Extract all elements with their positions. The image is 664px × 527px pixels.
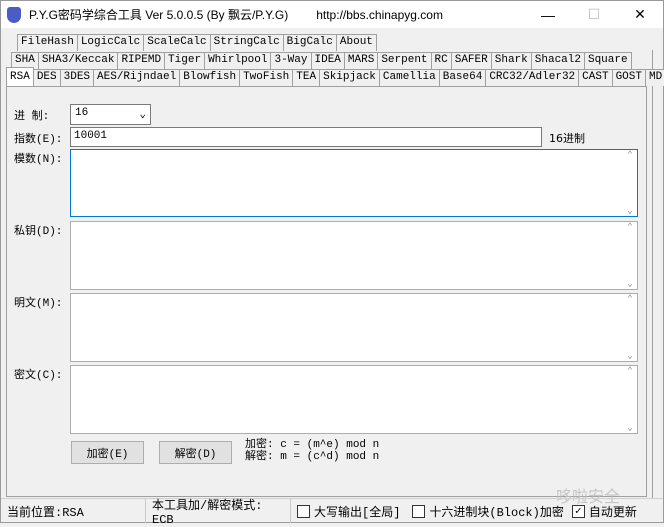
hexblock-label: 十六进制块(Block)加密 (429, 505, 564, 520)
tab-des[interactable]: DES (32, 69, 61, 86)
chevron-down-icon: ⌄ (139, 109, 146, 121)
tab-square[interactable]: Square (583, 52, 632, 69)
plaintext-textarea[interactable]: ⌃ ⌄ (70, 293, 638, 362)
tab-about[interactable]: About (335, 34, 377, 51)
status-location: 当前位置:RSA (1, 499, 146, 523)
ciphertext-textarea[interactable]: ⌃ ⌄ (70, 365, 638, 434)
uppercase-label: 大写输出[全局] (314, 505, 401, 520)
tab-aes-rijndael[interactable]: AES/Rijndael (93, 69, 181, 86)
autoupdate-label: 自动更新 (588, 505, 637, 520)
scrollbar[interactable]: ⌃ ⌄ (623, 222, 637, 289)
scrollbar[interactable]: ⌃ ⌄ (623, 150, 637, 216)
hex-note: 16进制 (549, 132, 585, 145)
tab-blowfish[interactable]: Blowfish (179, 69, 241, 86)
exponent-label: 指数(E): (14, 134, 63, 146)
tab-mars[interactable]: MARS (343, 52, 379, 69)
plaintext-label: 明文(M): (14, 298, 63, 310)
autoupdate-checkbox[interactable]: ✓ 自动更新 (570, 499, 643, 523)
formula-decrypt: 解密: m = (c^d) mod n (245, 451, 380, 463)
private-key-textarea[interactable]: ⌃ ⌄ (70, 221, 638, 290)
tab-shacal2[interactable]: Shacal2 (530, 52, 585, 69)
tab-bigcalc[interactable]: BigCalc (282, 34, 337, 51)
tab-crc32-adler32[interactable]: CRC32/Adler32 (485, 69, 580, 86)
tab-logiccalc[interactable]: LogicCalc (76, 34, 145, 51)
tab-rc[interactable]: RC (430, 52, 452, 69)
window-url: http://bbs.chinapyg.com (316, 7, 443, 22)
tab-row-hash: SHA SHA3/Keccak RIPEMD Tiger Whirlpool 3-Way I… (11, 52, 632, 69)
tab-ripemd[interactable]: RIPEMD (117, 52, 166, 69)
tab-shark[interactable]: Shark (490, 52, 532, 69)
minimize-button[interactable]: — (525, 1, 571, 28)
tab-gost[interactable]: GOST (611, 69, 646, 86)
rsa-formula: 加密: c = (m^e) mod n 解密: m = (c^d) mod n (245, 439, 379, 463)
tab-idea[interactable]: IDEA (310, 52, 345, 69)
tab-tiger[interactable]: Tiger (164, 52, 206, 69)
title-bar: P.Y.G密码学综合工具 Ver 5.0.0.5 (By 飘云/P.Y.G) h… (1, 1, 663, 28)
tab-scalecalc[interactable]: ScaleCalc (143, 34, 211, 51)
app-window: P.Y.G密码学综合工具 Ver 5.0.0.5 (By 飘云/P.Y.G) h… (0, 0, 664, 527)
tab-row-tools: FileHash LogicCalc ScaleCalc StringCalc BigC… (17, 34, 377, 51)
status-bar: 当前位置:RSA 本工具加/解密模式: ECB 大写输出[全局] 十六进制块(B… (1, 498, 663, 527)
radix-select[interactable]: 16 ⌄ (70, 104, 151, 125)
app-shield-icon (7, 6, 21, 23)
tab-serpent[interactable]: Serpent (377, 52, 432, 69)
tab-whirlpool[interactable]: Whirlpool (204, 52, 272, 69)
rsa-panel (6, 86, 647, 497)
window-title: P.Y.G密码学综合工具 Ver 5.0.0.5 (By 飘云/P.Y.G) (29, 8, 289, 22)
hexblock-checkbox[interactable]: 十六进制块(Block)加密 (406, 499, 569, 523)
tab-sha3-keccak[interactable]: SHA3/Keccak (37, 52, 119, 69)
tab-row-cipher: RSA DES 3DES AES/Rijndael Blowfish TwoFish TEA… (6, 67, 664, 86)
maximize-button[interactable]: ☐ (571, 1, 617, 28)
tab-tea[interactable]: TEA (292, 69, 321, 86)
tab-3des[interactable]: 3DES (59, 69, 95, 86)
uppercase-checkbox[interactable]: 大写输出[全局] (291, 499, 406, 523)
encrypt-button[interactable]: 加密(E) (71, 441, 144, 464)
checkbox-icon[interactable] (297, 504, 310, 518)
close-button[interactable]: ✕ (617, 1, 663, 28)
scrollbar[interactable]: ⌃ ⌄ (623, 294, 637, 361)
exponent-input[interactable]: 10001 (70, 127, 542, 147)
tab-base64[interactable]: Base64 (438, 69, 487, 86)
checkbox-icon[interactable]: ✓ (571, 504, 585, 518)
tab-twofish[interactable]: TwoFish (239, 69, 294, 86)
status-mode: 本工具加/解密模式: ECB (146, 499, 291, 527)
radix-value: 16 (75, 107, 89, 119)
tab-3-way[interactable]: 3-Way (270, 52, 312, 69)
decrypt-button[interactable]: 解密(D) (159, 441, 232, 464)
modulus-textarea[interactable]: ⌃ ⌄ (70, 149, 638, 217)
tab-filehash[interactable]: FileHash (17, 34, 78, 51)
tab-rsa[interactable]: RSA (6, 67, 34, 86)
ciphertext-label: 密文(C): (14, 370, 63, 382)
tab-safer[interactable]: SAFER (450, 52, 492, 69)
tab-skipjack[interactable]: Skipjack (319, 69, 380, 86)
tab-stringcalc[interactable]: StringCalc (209, 34, 284, 51)
private-key-label: 私钥(D): (14, 226, 63, 238)
tab-camellia[interactable]: Camellia (378, 69, 440, 86)
tab-cast[interactable]: CAST (578, 69, 613, 86)
tab-md[interactable]: MD (644, 69, 664, 86)
scrollbar[interactable]: ⌃ ⌄ (623, 366, 637, 433)
modulus-label: 模数(N): (14, 154, 63, 166)
formula-encrypt: 加密: c = (m^e) mod n (245, 439, 380, 451)
checkbox-icon[interactable] (412, 504, 426, 518)
radix-label: 进 制: (14, 111, 50, 123)
